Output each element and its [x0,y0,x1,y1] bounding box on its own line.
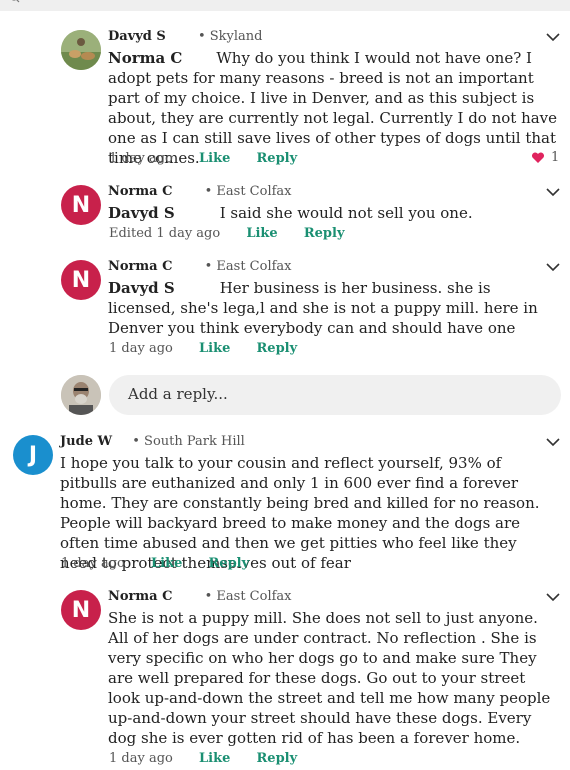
user-photo-icon [61,375,101,415]
avatar-letter: N [71,192,91,218]
reply-input[interactable]: Add a reply... [109,375,561,415]
avatar-letter: N [71,597,91,623]
comment-header: Norma C • East Colfax [108,183,292,201]
reply-button[interactable]: Reply [209,556,250,571]
comment-meta: Edited 1 day ago Like Reply [109,225,345,243]
avatar[interactable]: J [13,435,53,475]
mention[interactable]: Davyd S [108,204,175,222]
comment-text: She is not a puppy mill. She does not se… [108,609,551,747]
author-location: • Skyland [197,29,263,44]
top-bar [0,0,570,11]
heart-icon [531,151,545,163]
reply-button[interactable]: Reply [257,341,298,356]
mention[interactable]: Norma C [108,49,182,67]
current-user-avatar [61,375,101,415]
comment-meta: 1 day ago Like Reply [109,750,297,768]
like-count: 1 [531,150,559,165]
avatar[interactable]: N [61,260,101,300]
like-button[interactable]: Like [246,226,277,241]
reply-button[interactable]: Reply [304,226,345,241]
avatar-letter: N [71,267,91,293]
avatar[interactable]: N [61,590,101,630]
comment-meta: 1 day ago Like Reply [109,340,297,358]
reply-button[interactable]: Reply [257,151,298,166]
search-icon[interactable] [10,0,20,4]
author-name[interactable]: Norma C [108,589,172,604]
author-location: • East Colfax [204,589,292,604]
like-button[interactable]: Like [199,341,230,356]
comment-meta: 1 day ago Like Reply [109,150,297,168]
comment-header: Norma C • East Colfax [108,588,292,606]
dog-photo-icon [61,30,101,70]
chevron-down-icon[interactable] [546,32,560,42]
timestamp: 1 day ago [61,556,125,571]
comment-header: Davyd S • Skyland [108,28,262,46]
author-name[interactable]: Norma C [108,259,172,274]
reply-button[interactable]: Reply [257,751,298,766]
timestamp: Edited 1 day ago [109,226,221,241]
chevron-down-icon[interactable] [546,187,560,197]
like-count-value: 1 [551,150,560,165]
comment-body: Davyd S I said she would not sell you one… [108,203,558,223]
timestamp: 1 day ago [109,751,173,766]
like-button[interactable]: Like [199,751,230,766]
author-location: • East Colfax [204,259,292,274]
author-location: • South Park Hill [132,434,245,449]
author-name[interactable]: Jude W [60,434,112,449]
author-name[interactable]: Davyd S [108,29,166,44]
comment-text: I said she would not sell you one. [219,204,473,222]
chevron-down-icon[interactable] [546,592,560,602]
comment-meta: 1 day ago Like Reply [61,555,249,573]
avatar-letter: J [28,442,38,468]
chevron-down-icon[interactable] [546,262,560,272]
comment-body: Davyd S Her business is her business. she… [108,278,558,338]
avatar[interactable]: N [61,185,101,225]
author-location: • East Colfax [204,184,292,199]
timestamp: 1 day ago [109,151,173,166]
chevron-down-icon[interactable] [546,437,560,447]
like-button[interactable]: Like [151,556,182,571]
like-button[interactable]: Like [199,151,230,166]
comment-header: Norma C • East Colfax [108,258,292,276]
mention[interactable]: Davyd S [108,279,175,297]
author-name[interactable]: Norma C [108,184,172,199]
timestamp: 1 day ago [109,341,173,356]
avatar[interactable] [61,30,101,70]
comment-body: She is not a puppy mill. She does not se… [108,608,560,748]
comment-header: Jude W • South Park Hill [60,433,245,451]
reply-placeholder: Add a reply... [128,385,228,403]
